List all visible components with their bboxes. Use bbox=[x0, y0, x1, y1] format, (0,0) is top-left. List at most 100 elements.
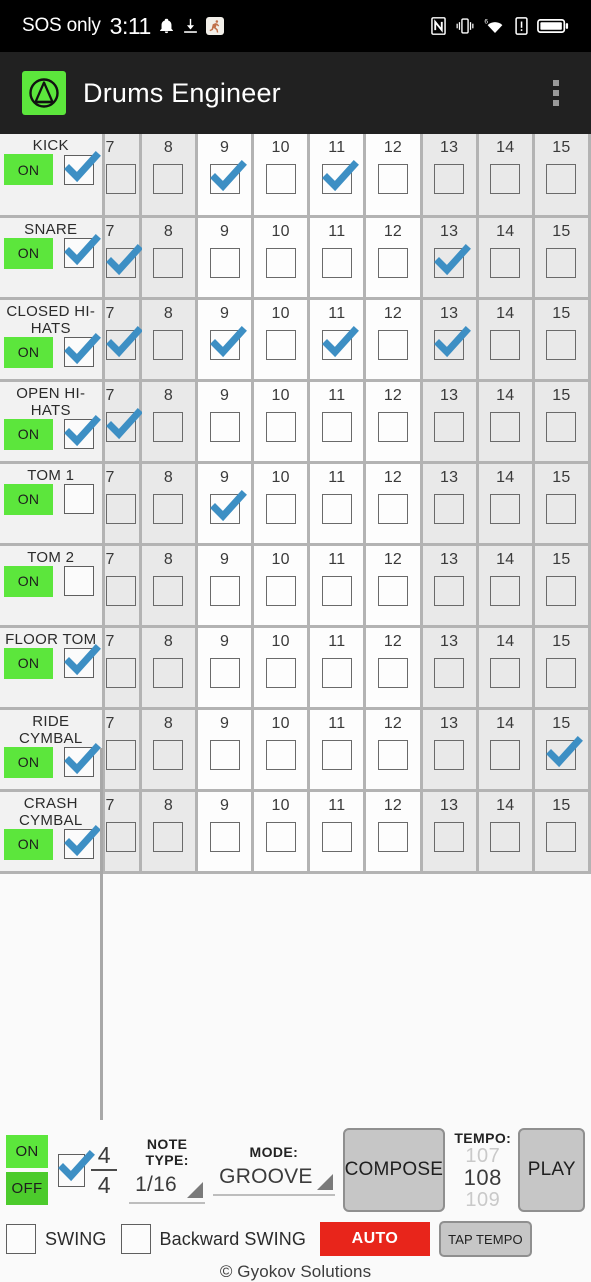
step-checkbox[interactable] bbox=[546, 575, 577, 606]
step-cell[interactable]: 13 bbox=[421, 544, 479, 628]
step-cell[interactable]: 12 bbox=[364, 708, 423, 792]
step-cell[interactable]: 8 bbox=[140, 216, 198, 300]
step-checkbox[interactable] bbox=[490, 739, 521, 770]
step-checkbox[interactable] bbox=[153, 411, 184, 442]
track-enable-checkbox[interactable] bbox=[63, 484, 94, 514]
step-checkbox[interactable] bbox=[321, 575, 352, 606]
step-cell[interactable]: 8 bbox=[140, 626, 198, 710]
step-checkbox[interactable] bbox=[546, 329, 577, 360]
step-checkbox[interactable] bbox=[490, 657, 521, 688]
step-checkbox[interactable] bbox=[209, 160, 247, 194]
step-checkbox[interactable] bbox=[265, 329, 296, 360]
step-checkbox[interactable] bbox=[546, 657, 577, 688]
step-checkbox[interactable] bbox=[490, 821, 521, 852]
step-cell[interactable]: 8 bbox=[140, 462, 198, 546]
step-cell[interactable]: 12 bbox=[364, 626, 423, 710]
step-cell[interactable]: 13 bbox=[421, 708, 479, 792]
step-checkbox[interactable] bbox=[105, 575, 136, 606]
step-cell[interactable]: 14 bbox=[477, 380, 535, 464]
track-on-button[interactable]: ON bbox=[4, 828, 53, 860]
step-cell[interactable]: 11 bbox=[308, 298, 367, 382]
step-cell[interactable]: 12 bbox=[364, 462, 423, 546]
step-checkbox[interactable] bbox=[153, 329, 184, 360]
step-cell[interactable]: 14 bbox=[477, 134, 535, 218]
step-checkbox[interactable] bbox=[546, 821, 577, 852]
step-cell[interactable]: 15 bbox=[533, 298, 591, 382]
track-enable-checkbox[interactable] bbox=[63, 150, 101, 185]
track-on-button[interactable]: ON bbox=[4, 565, 53, 597]
step-checkbox[interactable] bbox=[321, 247, 352, 278]
step-checkbox[interactable] bbox=[105, 493, 136, 524]
step-cell[interactable]: 9 bbox=[196, 462, 255, 546]
track-enable-checkbox[interactable] bbox=[63, 415, 101, 449]
step-cell[interactable]: 8 bbox=[140, 790, 198, 874]
step-checkbox[interactable] bbox=[209, 575, 240, 606]
step-cell[interactable]: 8 bbox=[140, 544, 198, 628]
step-checkbox[interactable] bbox=[105, 657, 136, 688]
step-checkbox[interactable] bbox=[546, 164, 577, 194]
step-checkbox[interactable] bbox=[377, 821, 408, 852]
step-cell[interactable]: 12 bbox=[364, 298, 423, 382]
step-checkbox[interactable] bbox=[321, 493, 352, 524]
tempo-previous-value[interactable]: 107 bbox=[465, 1146, 500, 1166]
step-cell[interactable]: 10 bbox=[252, 708, 311, 792]
step-checkbox[interactable] bbox=[265, 739, 296, 770]
step-cell[interactable]: 7 bbox=[103, 216, 143, 300]
swing-checkbox[interactable] bbox=[6, 1224, 36, 1254]
step-cell[interactable]: 7 bbox=[103, 544, 142, 628]
step-checkbox[interactable] bbox=[209, 247, 240, 278]
step-cell[interactable]: 10 bbox=[252, 544, 311, 628]
step-cell[interactable]: 7 bbox=[103, 134, 142, 218]
step-cell[interactable]: 10 bbox=[252, 626, 311, 710]
step-checkbox[interactable] bbox=[105, 821, 136, 852]
step-cell[interactable]: 14 bbox=[477, 216, 535, 300]
step-cell[interactable]: 12 bbox=[364, 216, 423, 300]
track-enable-checkbox[interactable] bbox=[63, 644, 101, 678]
step-cell[interactable]: 10 bbox=[252, 462, 311, 546]
step-cell[interactable]: 10 bbox=[252, 790, 311, 874]
step-cell[interactable]: 15 bbox=[533, 380, 591, 464]
step-cell[interactable]: 7 bbox=[103, 462, 142, 546]
sequencer-grid[interactable]: KICK ON 7 8 9 10 11 12 13 14 15 SNARE ON 7 8 9 10 11 12 13 1… bbox=[0, 134, 591, 882]
step-checkbox[interactable] bbox=[490, 411, 521, 442]
step-cell[interactable]: 8 bbox=[140, 134, 198, 218]
step-cell[interactable]: 8 bbox=[140, 298, 198, 382]
overflow-menu-icon[interactable] bbox=[543, 74, 569, 112]
step-checkbox[interactable] bbox=[265, 493, 296, 524]
step-checkbox[interactable] bbox=[321, 325, 359, 360]
step-cell[interactable]: 15 bbox=[533, 462, 591, 546]
step-cell[interactable]: 10 bbox=[252, 134, 311, 218]
step-checkbox[interactable] bbox=[209, 489, 247, 524]
step-cell[interactable]: 11 bbox=[308, 462, 367, 546]
track-on-button[interactable]: ON bbox=[4, 418, 53, 450]
step-checkbox[interactable] bbox=[105, 407, 143, 442]
step-checkbox[interactable] bbox=[434, 657, 465, 688]
step-checkbox[interactable] bbox=[377, 329, 408, 360]
step-checkbox[interactable] bbox=[265, 821, 296, 852]
step-cell[interactable]: 7 bbox=[103, 380, 143, 464]
step-checkbox[interactable] bbox=[105, 164, 136, 194]
play-button[interactable]: PLAY bbox=[518, 1128, 585, 1212]
step-checkbox[interactable] bbox=[209, 325, 247, 360]
step-checkbox[interactable] bbox=[434, 164, 465, 194]
step-cell[interactable]: 9 bbox=[196, 134, 255, 218]
step-checkbox[interactable] bbox=[153, 821, 184, 852]
step-cell[interactable]: 8 bbox=[140, 708, 198, 792]
note-type-dropdown[interactable]: 1/16 bbox=[129, 1173, 206, 1204]
tempo-number-picker[interactable]: 107 108 109 bbox=[464, 1146, 502, 1210]
step-checkbox[interactable] bbox=[434, 325, 472, 360]
step-checkbox[interactable] bbox=[377, 657, 408, 688]
step-cell[interactable]: 15 bbox=[533, 626, 591, 710]
track-enable-checkbox[interactable] bbox=[63, 234, 101, 268]
step-cell[interactable]: 11 bbox=[308, 134, 367, 218]
step-checkbox[interactable] bbox=[153, 164, 184, 194]
step-cell[interactable]: 11 bbox=[308, 626, 367, 710]
step-checkbox[interactable] bbox=[265, 247, 296, 278]
step-checkbox[interactable] bbox=[265, 164, 296, 194]
step-checkbox[interactable] bbox=[265, 575, 296, 606]
step-cell[interactable]: 11 bbox=[308, 380, 367, 464]
step-cell[interactable]: 13 bbox=[421, 134, 479, 218]
step-checkbox[interactable] bbox=[209, 411, 240, 442]
step-checkbox[interactable] bbox=[490, 329, 521, 360]
step-cell[interactable]: 13 bbox=[421, 298, 479, 382]
